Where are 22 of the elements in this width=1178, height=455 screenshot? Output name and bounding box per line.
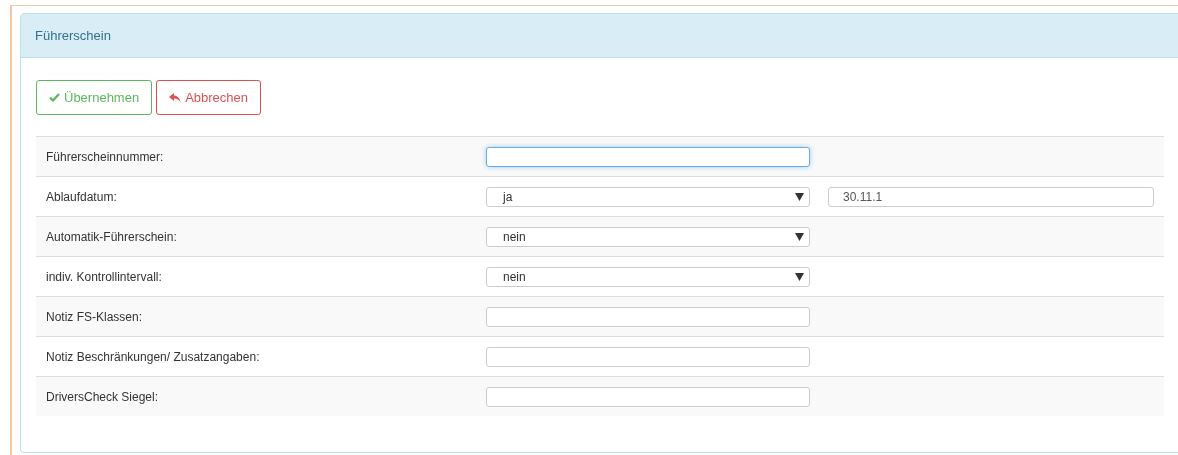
reply-arrow-icon	[169, 92, 182, 103]
select-field[interactable]: nein	[486, 226, 810, 247]
field-label: Ablaufdatum:	[45, 189, 118, 204]
field-label: DriversCheck Siegel:	[45, 389, 160, 404]
caret-icon	[795, 192, 804, 201]
input-field[interactable]	[486, 306, 810, 327]
field-label: Notiz FS-Klassen:	[45, 309, 144, 324]
field-label: Automatik-Führerschein:	[45, 229, 178, 244]
field-label: Notiz Beschränkungen/ Zusatzangaben:	[45, 349, 261, 364]
input-field[interactable]	[486, 146, 810, 167]
caret-icon	[795, 232, 804, 241]
caret-icon	[795, 272, 804, 281]
check-icon	[49, 93, 60, 102]
date-field[interactable]: 30.11.1	[828, 186, 1154, 207]
select-field[interactable]: ja	[486, 186, 810, 207]
panel-title: Führerschein	[35, 28, 111, 43]
field-label: Führerscheinnummer:	[45, 149, 165, 164]
field-label: indiv. Kontrollintervall:	[45, 269, 163, 284]
input-field[interactable]	[486, 346, 810, 367]
cancel-button[interactable]: Abbrechen	[156, 80, 262, 115]
input-field[interactable]	[486, 386, 810, 407]
select-field[interactable]: nein	[486, 266, 810, 287]
